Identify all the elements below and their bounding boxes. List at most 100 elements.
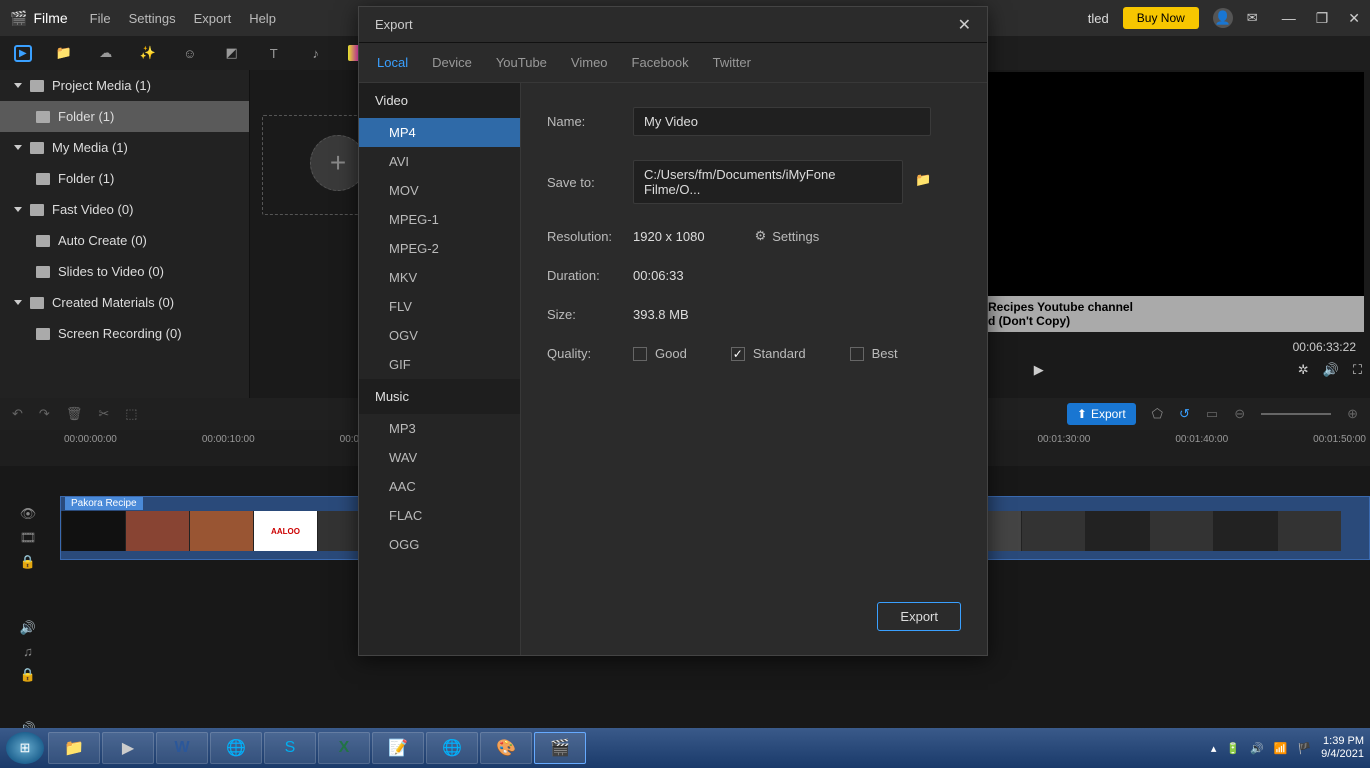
taskbar-explorer[interactable]: 📁 — [48, 732, 100, 764]
taskbar-skype[interactable]: S — [264, 732, 316, 764]
taskbar-filme[interactable]: 🎬 — [534, 732, 586, 764]
format-mpeg2[interactable]: MPEG-2 — [359, 234, 520, 263]
media-tool-icon[interactable]: ▶ — [14, 45, 32, 62]
sidebar-item-screen-recording[interactable]: Screen Recording (0) — [0, 318, 249, 349]
maximize-icon[interactable]: ❐ — [1316, 10, 1329, 27]
buy-now-button[interactable]: Buy Now — [1123, 7, 1199, 29]
loop-icon[interactable]: ↺ — [1179, 406, 1190, 422]
taskbar-chrome-2[interactable]: 🌐 — [426, 732, 478, 764]
battery-icon[interactable]: 🔋 — [1226, 742, 1240, 755]
taskbar-chrome[interactable]: 🌐 — [210, 732, 262, 764]
windows-taskbar: ⊞ 📁 ▶ W 🌐 S X 📝 🌐 🎨 🎬 ▴ 🔋 🔊 📶 🏴 1:39 PM … — [0, 728, 1370, 768]
quality-standard[interactable]: Standard — [731, 346, 806, 361]
track-controls: 👁🎞🔒 🔊♫🔒 🔊 — [0, 470, 56, 737]
timeline-export-button[interactable]: ⬆Export — [1067, 403, 1136, 425]
sidebar-item-auto-create[interactable]: Auto Create (0) — [0, 225, 249, 256]
gear-icon[interactable]: ✲ — [1298, 362, 1309, 378]
quality-best[interactable]: Best — [850, 346, 898, 361]
export-confirm-button[interactable]: Export — [877, 602, 961, 631]
taskbar-media[interactable]: ▶ — [102, 732, 154, 764]
crop-icon[interactable]: ⬚ — [125, 406, 137, 422]
folder-tool-icon[interactable]: 📁 — [54, 43, 74, 63]
taskbar-paint[interactable]: 🎨 — [480, 732, 532, 764]
tab-facebook[interactable]: Facebook — [632, 55, 689, 70]
format-gif[interactable]: GIF — [359, 350, 520, 379]
checkbox-checked-icon — [731, 347, 745, 361]
format-avi[interactable]: AVI — [359, 147, 520, 176]
format-aac[interactable]: AAC — [359, 472, 520, 501]
notification-icon[interactable]: ✉ — [1247, 10, 1258, 26]
fullscreen-icon[interactable]: ⛶ — [1353, 362, 1362, 378]
tab-vimeo[interactable]: Vimeo — [571, 55, 608, 70]
menu-export[interactable]: Export — [194, 11, 232, 26]
zoom-out-icon[interactable]: ⊖ — [1234, 406, 1245, 422]
redo-icon[interactable]: ↷ — [39, 406, 50, 422]
taskbar-excel[interactable]: X — [318, 732, 370, 764]
name-input[interactable]: My Video — [633, 107, 931, 136]
sidebar-item-project-media[interactable]: Project Media (1) — [0, 70, 249, 101]
taskbar-notes[interactable]: 📝 — [372, 732, 424, 764]
audio-tool-icon[interactable]: ♪ — [306, 43, 326, 63]
sidebar-item-slides-video[interactable]: Slides to Video (0) — [0, 256, 249, 287]
sidebar-item-created-materials[interactable]: Created Materials (0) — [0, 287, 249, 318]
quality-good[interactable]: Good — [633, 346, 687, 361]
effects-tool-icon[interactable]: ✨ — [138, 43, 158, 63]
speaker-icon[interactable]: 🔊 — [20, 620, 36, 636]
person-tool-icon[interactable]: ☁ — [96, 43, 116, 63]
shield-icon[interactable]: ⬠ — [1152, 406, 1163, 422]
menu-file[interactable]: File — [90, 11, 111, 26]
zoom-slider[interactable] — [1261, 413, 1331, 415]
folder-icon — [36, 235, 50, 247]
format-ogg[interactable]: OGG — [359, 530, 520, 559]
transition-tool-icon[interactable]: ◩ — [222, 43, 242, 63]
wifi-icon[interactable]: 📶 — [1274, 742, 1288, 755]
menu-help[interactable]: Help — [249, 11, 276, 26]
format-mp4[interactable]: MP4 — [359, 118, 520, 147]
start-button[interactable]: ⊞ — [6, 732, 44, 764]
folder-icon — [36, 266, 50, 278]
minimize-icon[interactable]: — — [1282, 10, 1296, 27]
format-mpeg1[interactable]: MPEG-1 — [359, 205, 520, 234]
export-dialog: Export ✕ Local Device YouTube Vimeo Face… — [358, 6, 988, 656]
marker-icon[interactable]: ▭ — [1206, 406, 1218, 422]
lock-icon[interactable]: 🔒 — [20, 554, 36, 570]
flag-icon[interactable]: 🏴 — [1297, 742, 1311, 755]
close-icon[interactable]: ✕ — [1348, 10, 1360, 27]
sidebar-item-folder[interactable]: Folder (1) — [0, 101, 249, 132]
lock-icon[interactable]: 🔒 — [20, 667, 36, 683]
clock[interactable]: 1:39 PM 9/4/2021 — [1321, 735, 1364, 761]
zoom-in-icon[interactable]: ⊕ — [1347, 406, 1358, 422]
taskbar-word[interactable]: W — [156, 732, 208, 764]
tab-local[interactable]: Local — [377, 55, 408, 70]
delete-icon[interactable]: 🗑 — [66, 406, 83, 422]
save-path-input[interactable]: C:/Users/fm/Documents/iMyFone Filme/O... — [633, 160, 903, 204]
user-icon[interactable]: 👤 — [1213, 8, 1233, 28]
close-dialog-button[interactable]: ✕ — [958, 15, 971, 35]
format-mov[interactable]: MOV — [359, 176, 520, 205]
format-mkv[interactable]: MKV — [359, 263, 520, 292]
format-mp3[interactable]: MP3 — [359, 414, 520, 443]
menu-settings[interactable]: Settings — [129, 11, 176, 26]
format-wav[interactable]: WAV — [359, 443, 520, 472]
format-flv[interactable]: FLV — [359, 292, 520, 321]
preview-time: 00:06:33:22 — [1293, 340, 1356, 354]
tray-volume-icon[interactable]: 🔊 — [1250, 742, 1264, 755]
split-icon[interactable]: ✂ — [98, 406, 109, 422]
volume-icon[interactable]: 🔊 — [1323, 362, 1339, 378]
browse-folder-icon[interactable]: 📁 — [915, 172, 939, 192]
sidebar-item-fast-video[interactable]: Fast Video (0) — [0, 194, 249, 225]
tab-youtube[interactable]: YouTube — [496, 55, 547, 70]
sidebar-item-folder-2[interactable]: Folder (1) — [0, 163, 249, 194]
sidebar-item-my-media[interactable]: My Media (1) — [0, 132, 249, 163]
tab-device[interactable]: Device — [432, 55, 472, 70]
text-tool-icon[interactable]: T — [264, 43, 284, 63]
eye-icon[interactable]: 👁 — [20, 506, 37, 522]
sticker-tool-icon[interactable]: ☺ — [180, 43, 200, 63]
tray-up-icon[interactable]: ▴ — [1211, 742, 1217, 755]
play-icon[interactable]: ▶ — [1034, 362, 1044, 378]
undo-icon[interactable]: ↶ — [12, 406, 23, 422]
tab-twitter[interactable]: Twitter — [713, 55, 751, 70]
settings-button[interactable]: ⚙Settings — [755, 228, 820, 244]
format-flac[interactable]: FLAC — [359, 501, 520, 530]
format-ogv[interactable]: OGV — [359, 321, 520, 350]
